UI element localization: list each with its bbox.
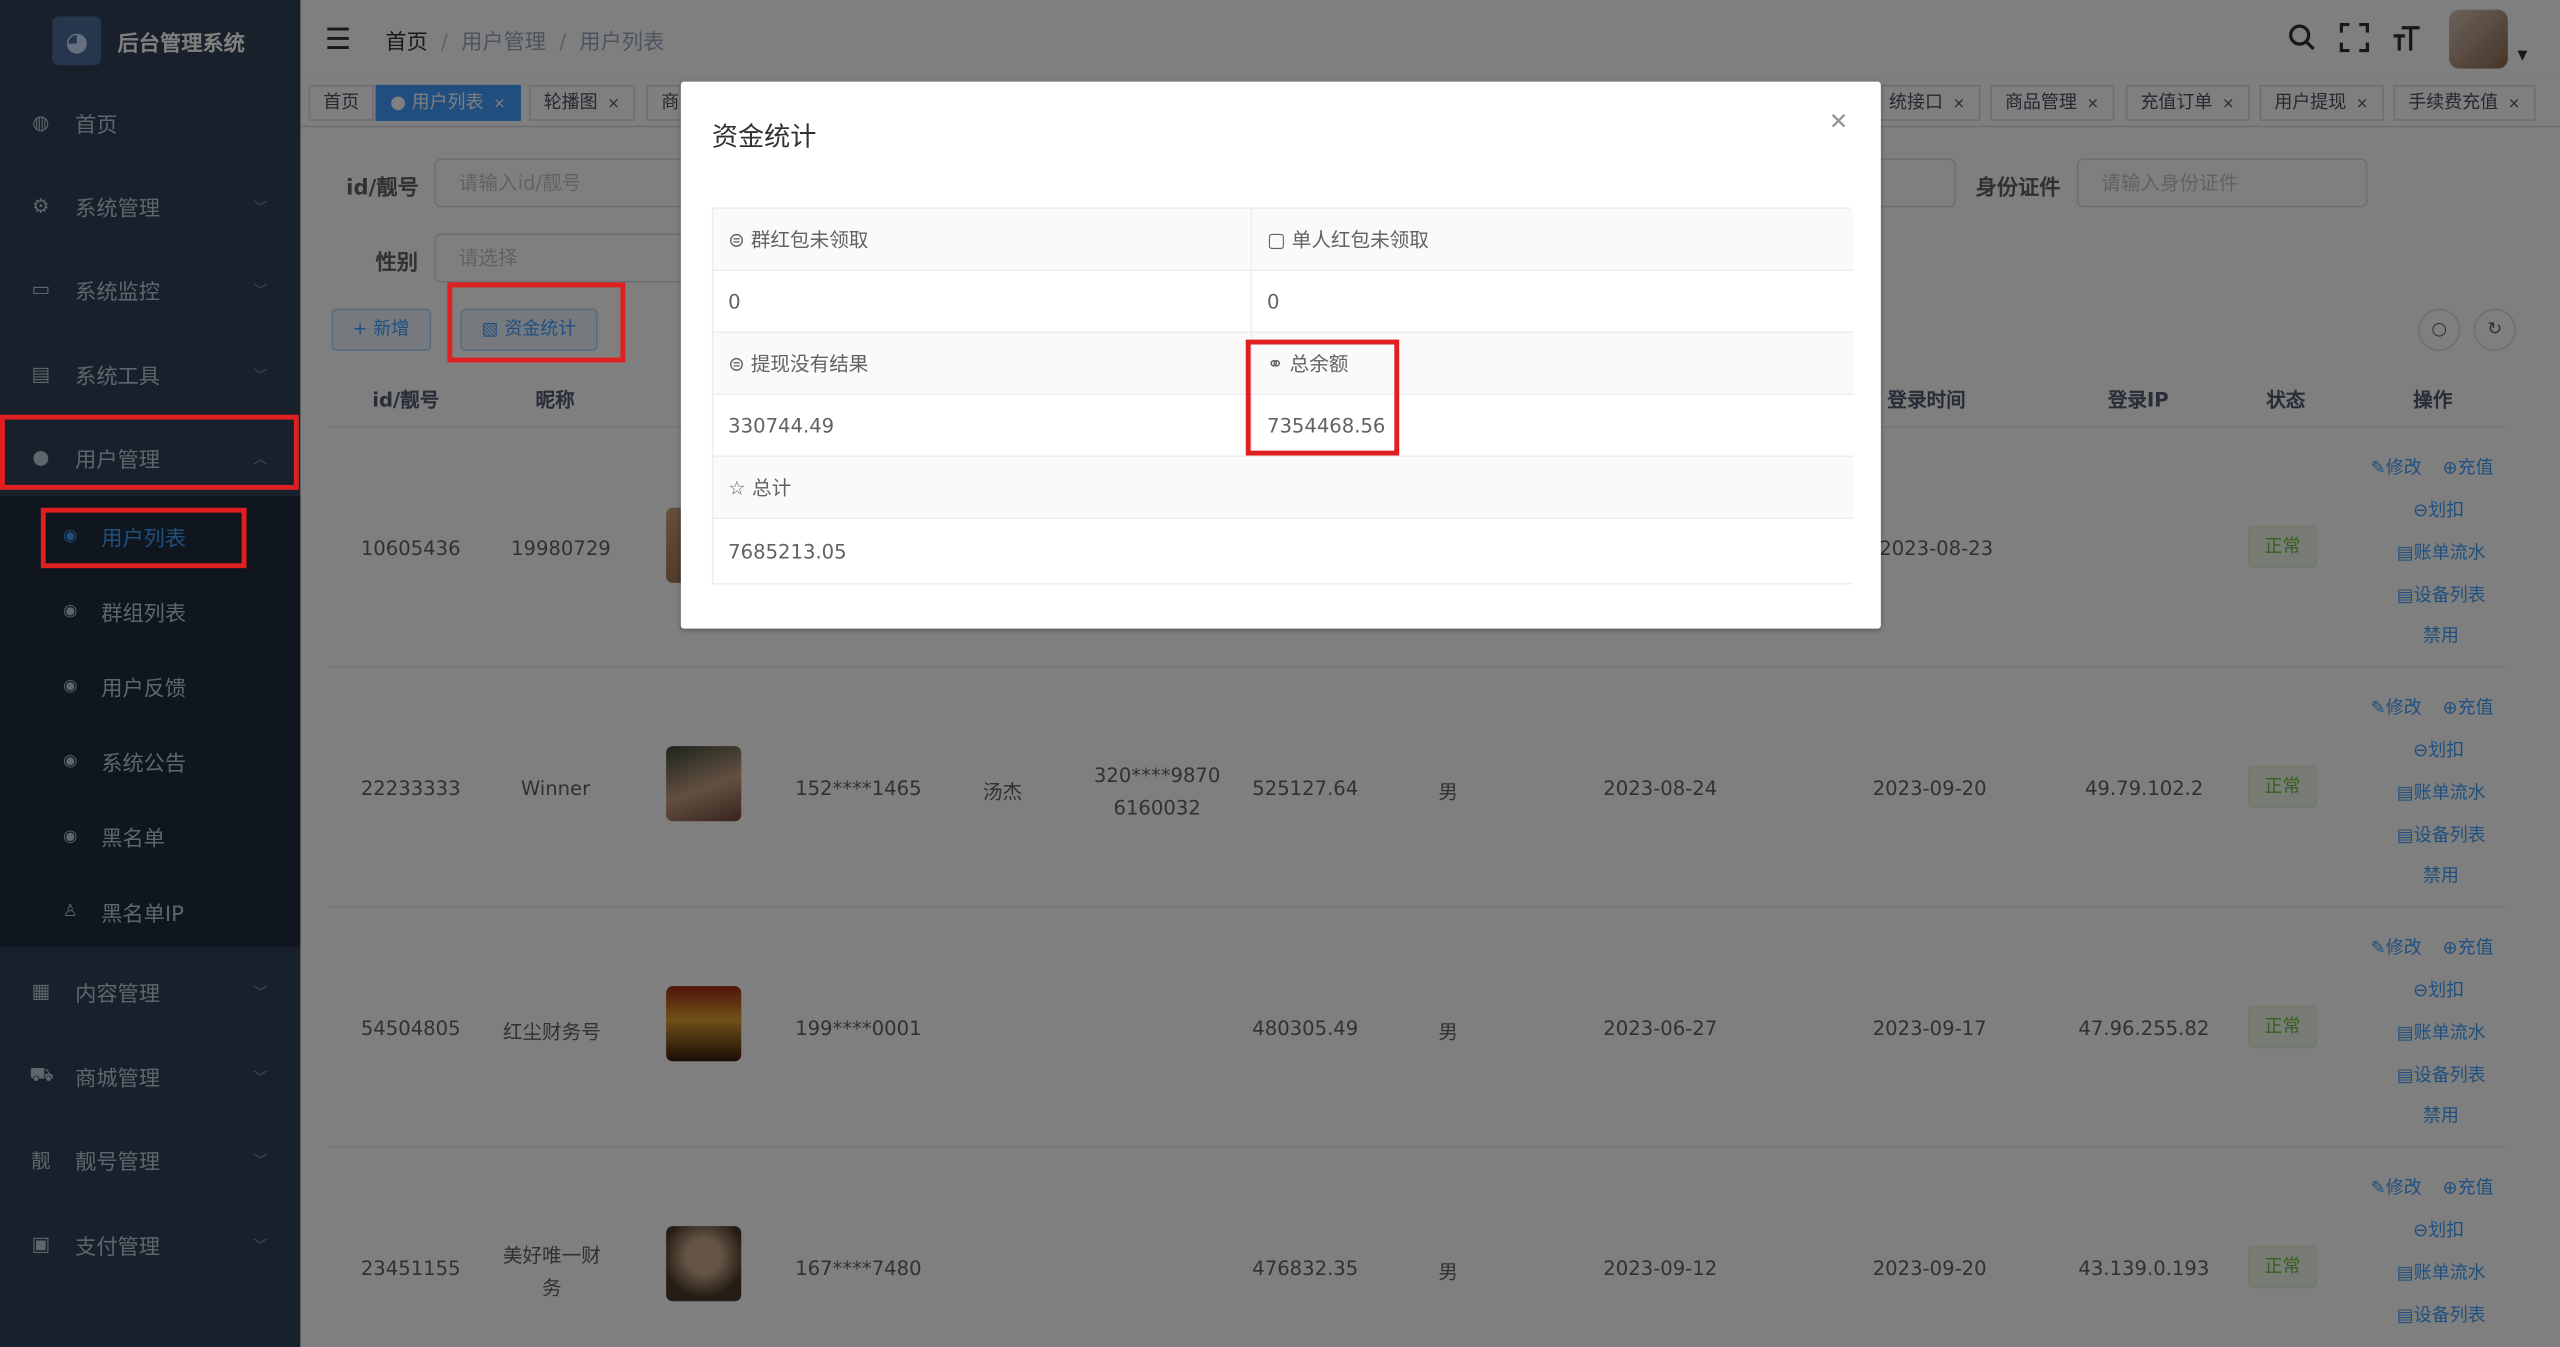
single-redpacket-value: 0 — [1252, 271, 1854, 334]
close-icon[interactable]: ✕ — [1829, 109, 1848, 135]
single-redpacket-label: ▢ 单人红包未领取 — [1252, 208, 1854, 272]
highlight-user-list — [40, 507, 247, 569]
group-redpacket-value: 0 — [713, 271, 1253, 334]
grand-total-value: 7685213.05 — [713, 519, 1854, 583]
withdraw-pending-label: ⊜ 提现没有结果 — [713, 333, 1253, 396]
withdraw-pending-value: 330744.49 — [713, 395, 1253, 458]
star-icon: ☆ — [728, 475, 752, 499]
highlight-total-balance — [1245, 339, 1400, 456]
fund-stats-dialog: 资金统计 ✕ ⊜ 群红包未领取 ▢ 单人红包未领取 0 0 ⊜ 提现没有结果 ⚭… — [680, 81, 1881, 629]
grand-total-label: ☆ 总计 — [713, 457, 1854, 520]
dialog-title: 资金统计 — [711, 120, 817, 152]
comment-icon: ▢ — [1266, 227, 1292, 251]
chat-icon: ⊜ — [728, 227, 751, 251]
chat-icon: ⊜ — [728, 351, 751, 375]
group-redpacket-label: ⊜ 群红包未领取 — [713, 208, 1253, 272]
highlight-user-mgmt — [0, 414, 299, 490]
highlight-fund-stats — [447, 282, 626, 363]
